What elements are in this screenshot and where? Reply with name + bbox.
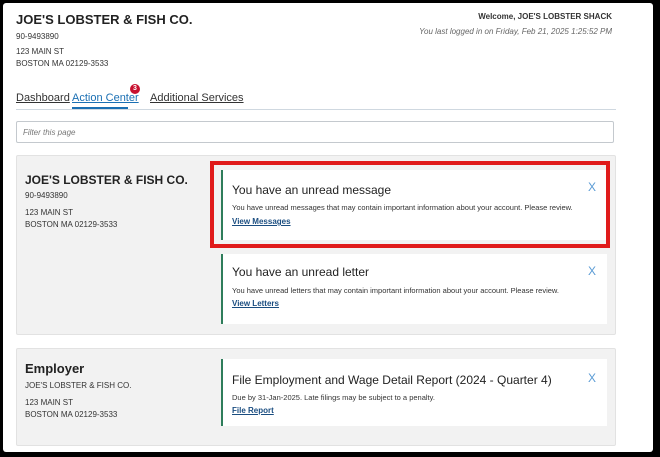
wage-report-description: Due by 31-Jan-2025. Late filings may be … [232,393,435,402]
page-frame: JOE'S LOBSTER & FISH CO. 90-9493890 123 … [3,3,653,452]
tab-dashboard[interactable]: Dashboard [16,92,70,104]
tabs-divider [16,109,616,110]
wage-report-title: File Employment and Wage Detail Report (… [232,373,552,387]
account-id: 90-9493890 [16,32,59,41]
view-messages-link[interactable]: View Messages [232,217,291,226]
close-icon[interactable]: X [588,372,596,384]
unread-message-title: You have an unread message [232,183,392,197]
active-tab-indicator [72,107,128,109]
filter-input[interactable] [16,121,614,143]
notification-badge: 3 [130,84,140,94]
tab-additional-services[interactable]: Additional Services [150,92,244,104]
account-panel-id: 90-9493890 [25,191,68,200]
welcome-text: Welcome, JOE'S LOBSTER SHACK [478,12,612,21]
view-letters-link[interactable]: View Letters [232,299,279,308]
tab-action-center[interactable]: Action Center [72,92,139,104]
employer-heading: Employer [25,361,85,376]
close-icon[interactable]: X [588,181,596,193]
last-login-text: You last logged in on Friday, Feb 21, 20… [419,27,612,36]
employer-address1: 123 MAIN ST [25,398,74,407]
address-line1: 123 MAIN ST [16,47,65,56]
address-line2: BOSTON MA 02129-3533 [16,59,109,68]
account-panel-address1: 123 MAIN ST [25,208,74,217]
close-icon[interactable]: X [588,265,596,277]
unread-letter-description: You have unread letters that may contain… [232,286,559,295]
file-report-link[interactable]: File Report [232,406,274,415]
account-panel-title: JOE'S LOBSTER & FISH CO. [25,173,188,187]
employer-name: JOE'S LOBSTER & FISH CO. [25,381,132,390]
employer-address2: BOSTON MA 02129-3533 [25,410,118,419]
unread-letter-title: You have an unread letter [232,265,369,279]
company-name: JOE'S LOBSTER & FISH CO. [16,12,193,27]
account-panel-address2: BOSTON MA 02129-3533 [25,220,118,229]
unread-message-description: You have unread messages that may contai… [232,203,573,212]
